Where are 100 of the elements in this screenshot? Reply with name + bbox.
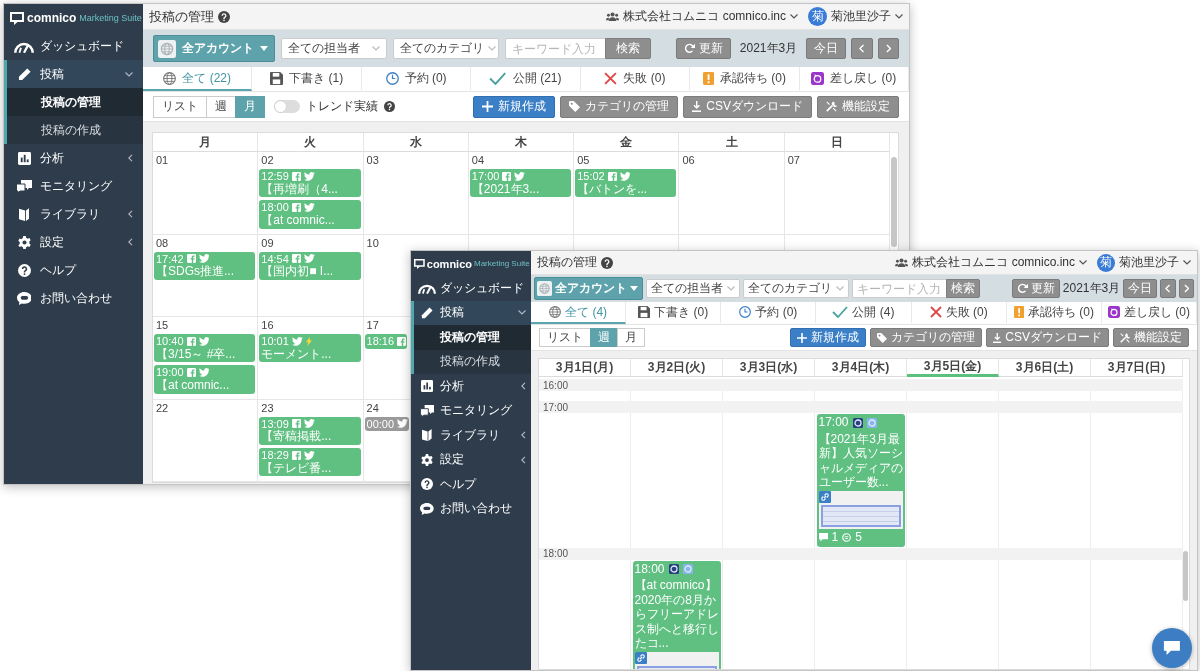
- toggle-label: トレンド実績: [306, 98, 378, 115]
- chevron-left-icon: [128, 154, 133, 162]
- sidebar-item[interactable]: 投稿: [4, 60, 143, 88]
- help-icon: [421, 478, 433, 491]
- logo-name: comnico: [27, 11, 77, 25]
- facebook-icon: [291, 450, 301, 460]
- chevron-left-icon: [859, 44, 865, 53]
- previous-button[interactable]: [1160, 279, 1176, 298]
- chat-icon: [1163, 640, 1181, 656]
- status-tab[interactable]: 公開 (4): [816, 302, 912, 324]
- status-tab[interactable]: 差し戻し (0): [799, 67, 909, 91]
- weekday-header: 木: [468, 133, 575, 152]
- sidebar-item[interactable]: ライブラリ: [411, 423, 531, 448]
- status-tab[interactable]: 公開 (21): [471, 67, 581, 91]
- date-label: 22: [155, 401, 169, 414]
- dropdown-field[interactable]: 全てのカテゴリ: [393, 38, 499, 59]
- keyword-field[interactable]: キーワード入力: [505, 38, 605, 59]
- facebook-icon: [291, 419, 301, 429]
- status-tab[interactable]: 下書き (1): [252, 67, 362, 91]
- check-icon: [489, 71, 507, 85]
- chevron-down-icon: [895, 14, 903, 19]
- sidebar-item[interactable]: モニタリング: [4, 172, 143, 200]
- event-time: 18:16: [366, 335, 395, 348]
- next-button[interactable]: [877, 38, 899, 59]
- sidebar-subitem[interactable]: 投稿の作成: [7, 116, 143, 144]
- dropdown-field[interactable]: 全てのカテゴリ: [743, 279, 849, 298]
- new-post-button[interactable]: 新規作成: [472, 95, 555, 118]
- view-mode-button[interactable]: 週: [206, 95, 236, 118]
- globe-icon: [549, 306, 562, 318]
- view-mode-button[interactable]: リスト: [539, 328, 591, 347]
- time-label: 18:00: [543, 548, 569, 560]
- sidebar-item[interactable]: お問い合わせ: [411, 496, 531, 521]
- chat-bubbles-icon: [16, 179, 32, 193]
- help-icon: [601, 256, 613, 269]
- date-label: 16: [260, 319, 274, 331]
- sidebar-item[interactable]: ヘルプ: [4, 256, 143, 284]
- view-mode-button[interactable]: リスト: [153, 95, 207, 118]
- sidebar-subitem[interactable]: 投稿の管理: [7, 88, 143, 116]
- user-menu[interactable]: 菊 菊池里沙子: [808, 7, 903, 26]
- day-header: 3月7日(日): [1091, 359, 1183, 377]
- sidebar-item[interactable]: 分析: [411, 374, 531, 399]
- sidebar-item[interactable]: ヘルプ: [411, 472, 531, 497]
- sidebar-subitem[interactable]: 投稿の管理: [414, 325, 531, 350]
- event-title: 【at comnic...: [156, 379, 230, 393]
- facebook-icon: [291, 171, 301, 181]
- chevron-right-icon: [1183, 284, 1189, 293]
- next-button[interactable]: [1178, 279, 1194, 298]
- sidebar-item[interactable]: 投稿: [411, 300, 531, 325]
- sidebar-item[interactable]: 設定: [4, 228, 143, 256]
- link-icon: [634, 652, 647, 665]
- sidebar-subitem[interactable]: 投稿の作成: [414, 349, 531, 374]
- dropdown-field[interactable]: 全ての担当者: [646, 279, 740, 298]
- previous-button[interactable]: [851, 38, 873, 59]
- status-tab[interactable]: 承認待ち (0): [1006, 302, 1102, 324]
- weekday-header: 日: [784, 133, 890, 152]
- status-tab[interactable]: 失敗 (0): [580, 67, 691, 91]
- company-menu[interactable]: 株式会社コムニコ comnico.inc: [895, 254, 1087, 271]
- sidebar-item[interactable]: ライブラリ: [4, 200, 143, 228]
- scrollbar-thumb[interactable]: [891, 157, 897, 247]
- time-label: 17:00: [543, 401, 569, 413]
- sidebar-item[interactable]: ダッシュボード: [4, 32, 143, 60]
- event-time: 17:00: [471, 170, 500, 183]
- date-label: 08: [155, 236, 169, 249]
- globe-icon: [537, 281, 552, 296]
- new-post-button[interactable]: 新規作成: [789, 328, 866, 347]
- date-label: 01: [155, 154, 169, 166]
- keyword-field[interactable]: キーワード入力: [852, 279, 946, 298]
- facebook-icon: [186, 254, 196, 264]
- download-icon: [691, 101, 702, 112]
- status-tab[interactable]: 承認待ち (0): [690, 67, 800, 91]
- event-title: 【寄稿掲載...: [261, 430, 332, 444]
- return-icon: [811, 71, 825, 85]
- status-tab[interactable]: 失敗 (0): [911, 302, 1007, 324]
- status-tab[interactable]: 下書き (0): [626, 302, 722, 324]
- toggle-switch[interactable]: [274, 100, 300, 113]
- caret-down-icon: [260, 46, 268, 51]
- date-label: 07: [786, 154, 800, 166]
- sidebar-item[interactable]: 設定: [411, 447, 531, 472]
- dropdown-field[interactable]: 全ての担当者: [281, 38, 387, 59]
- company-menu[interactable]: 株式会社コムニコ comnico.inc: [606, 8, 798, 25]
- event-time: 14:54: [261, 252, 289, 265]
- sidebar-item[interactable]: モニタリング: [411, 398, 531, 423]
- bird-icon: [619, 171, 631, 181]
- sidebar-item[interactable]: ダッシュボード: [411, 276, 531, 301]
- globe-icon: [163, 71, 177, 85]
- status-tab[interactable]: 差し戻し (0): [1101, 302, 1197, 324]
- status-tab[interactable]: 予約 (0): [361, 67, 472, 91]
- user-menu[interactable]: 菊 菊池里沙子: [1097, 253, 1191, 272]
- status-tab[interactable]: 予約 (0): [721, 302, 817, 324]
- bird-icon: [303, 171, 315, 181]
- sidebar-item[interactable]: 分析: [4, 144, 143, 172]
- sidebar-item[interactable]: お問い合わせ: [4, 284, 143, 312]
- scrollbar-thumb[interactable]: [1183, 551, 1188, 601]
- view-mode-button[interactable]: 月: [617, 328, 645, 347]
- event-title: 【2021年3...: [471, 182, 540, 197]
- tools-icon: [826, 101, 837, 112]
- people-icon: [895, 258, 909, 267]
- plus-icon: [481, 101, 493, 112]
- support-chat-icon: [16, 291, 32, 305]
- tools-icon: [1120, 332, 1130, 343]
